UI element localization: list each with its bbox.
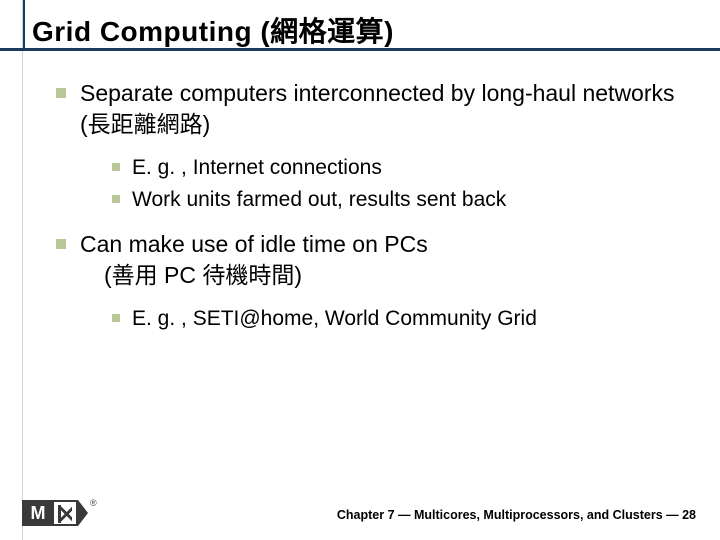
title-area: Grid Computing (網格運算): [0, 0, 720, 50]
sub-bullet-group: E. g. , Internet connections Work units …: [112, 154, 680, 215]
publisher-logo: M ®: [22, 500, 97, 526]
square-bullet-icon: [112, 195, 120, 203]
title-rule-horizontal: [0, 48, 720, 51]
slide-title: Grid Computing (網格運算): [32, 10, 720, 50]
square-bullet-icon: [112, 314, 120, 322]
bullet-level1: Separate computers interconnected by lon…: [56, 78, 680, 140]
slide-footer: Chapter 7 — Multicores, Multiprocessors,…: [337, 508, 696, 522]
bullet-text: Work units farmed out, results sent back: [132, 186, 506, 214]
slide: Grid Computing (網格運算) Separate computers…: [0, 0, 720, 540]
bullet-level2: E. g. , Internet connections: [112, 154, 680, 182]
bullet-text-multiline: Can make use of idle time on PCs (善用 PC …: [80, 229, 428, 291]
square-bullet-icon: [112, 163, 120, 171]
logo-triangle-icon: [78, 500, 88, 526]
bullet-level2: E. g. , SETI@home, World Community Grid: [112, 305, 680, 333]
square-bullet-icon: [56, 88, 66, 98]
square-bullet-icon: [56, 239, 66, 249]
bullet-line: (善用 PC 待機時間): [80, 260, 428, 291]
bullet-text: E. g. , SETI@home, World Community Grid: [132, 305, 537, 333]
logo-letter-k: [54, 500, 78, 526]
bullet-level2: Work units farmed out, results sent back: [112, 186, 680, 214]
mk-logo-icon: M: [22, 500, 88, 526]
bullet-line: Can make use of idle time on PCs: [80, 229, 428, 260]
sub-bullet-group: E. g. , SETI@home, World Community Grid: [112, 305, 680, 333]
logo-letter-m: M: [22, 500, 54, 526]
slide-body: Separate computers interconnected by lon…: [0, 50, 720, 333]
margin-guide-line: [22, 0, 23, 540]
bullet-text: Separate computers interconnected by lon…: [80, 78, 680, 140]
bullet-level1: Can make use of idle time on PCs (善用 PC …: [56, 229, 680, 291]
registered-mark: ®: [90, 498, 97, 508]
bullet-text: E. g. , Internet connections: [132, 154, 382, 182]
